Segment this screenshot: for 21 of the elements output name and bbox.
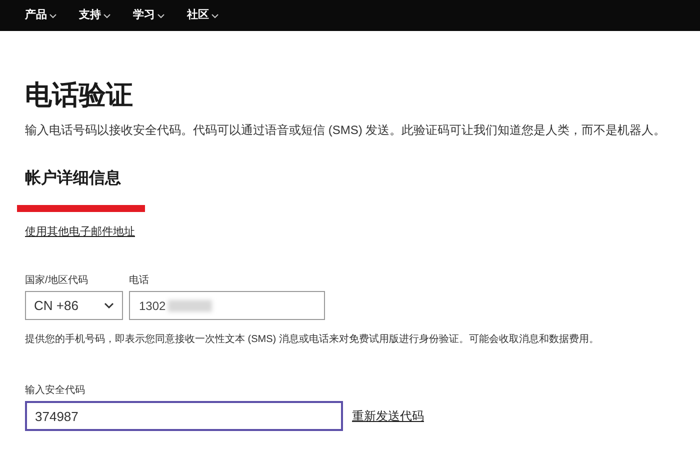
chevron-down-icon [103,12,111,18]
nav-menu-item[interactable]: 产品 [25,7,57,24]
field-label: 电话 [129,274,150,288]
section-heading: 帐户详细信息 [25,168,122,189]
chevron-down-icon [211,12,219,18]
page-title: 电话验证 [25,79,134,111]
other-email-link[interactable]: 使用其他电子邮件地址 [25,224,135,240]
consent-text: 提供您的手机号码，即表示您同意接收一次性文本 (SMS) 消息或电话来对免费试用版进行身份验证。可能会收取消息和数据费用。 [25,332,600,347]
nav-menu-item[interactable]: 学习 [133,7,165,24]
field-label: 输入安全代码 [25,384,86,398]
phone-input-field[interactable]: 1302 [129,291,325,320]
chevron-down-icon [157,12,165,18]
intro-text: 输入电话号码以接收安全代码。代码可以通过语音或短信 (SMS) 发送。此验证码可让我们知道您是人类，而不是机器人。 [25,122,667,139]
nav-menu-item[interactable]: 社区 [187,7,219,24]
country-code-dropdown[interactable]: CN +86 [25,291,123,320]
chevron-down-icon [104,302,114,309]
nav-menu-item[interactable]: 支持 [79,7,111,24]
field-label: 国家/地区代码 [25,274,89,288]
security-code-input[interactable]: 374987 [25,401,343,431]
chevron-down-icon [49,12,57,18]
resend-code-link[interactable]: 重新发送代码 [352,407,424,425]
